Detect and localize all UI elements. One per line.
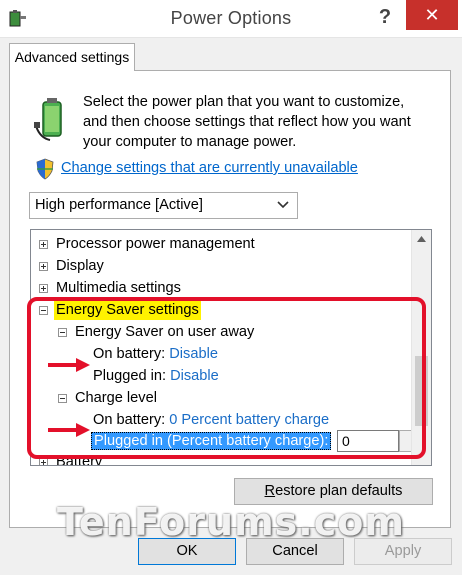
expander-plus-icon[interactable]: [39, 284, 48, 293]
change-settings-link[interactable]: Change settings that are currently unava…: [61, 160, 358, 176]
power-plan-dropdown[interactable]: High performance [Active]: [29, 192, 298, 219]
plan-description: Select the power plan that you want to c…: [83, 94, 411, 150]
ok-button[interactable]: OK: [138, 538, 236, 565]
expander-plus-icon[interactable]: [39, 262, 48, 271]
uac-shield-icon: [36, 158, 54, 180]
help-button[interactable]: ?: [370, 3, 400, 31]
red-arrow-icon: [48, 423, 90, 437]
battery-plug-icon: [34, 98, 62, 141]
tab-advanced-settings[interactable]: Advanced settings: [9, 43, 135, 71]
cancel-button[interactable]: Cancel: [246, 538, 344, 565]
title-bar: Power Options ? ✕: [0, 0, 462, 38]
expander-plus-icon[interactable]: [39, 240, 48, 249]
expander-plus-icon[interactable]: [39, 458, 48, 465]
apply-button[interactable]: Apply: [354, 538, 452, 565]
red-arrow-icon: [48, 358, 90, 372]
scroll-up-icon[interactable]: [417, 236, 426, 242]
selected-plan: High performance [Active]: [35, 197, 203, 213]
chevron-down-icon: [277, 201, 289, 209]
close-button[interactable]: ✕: [406, 0, 458, 30]
